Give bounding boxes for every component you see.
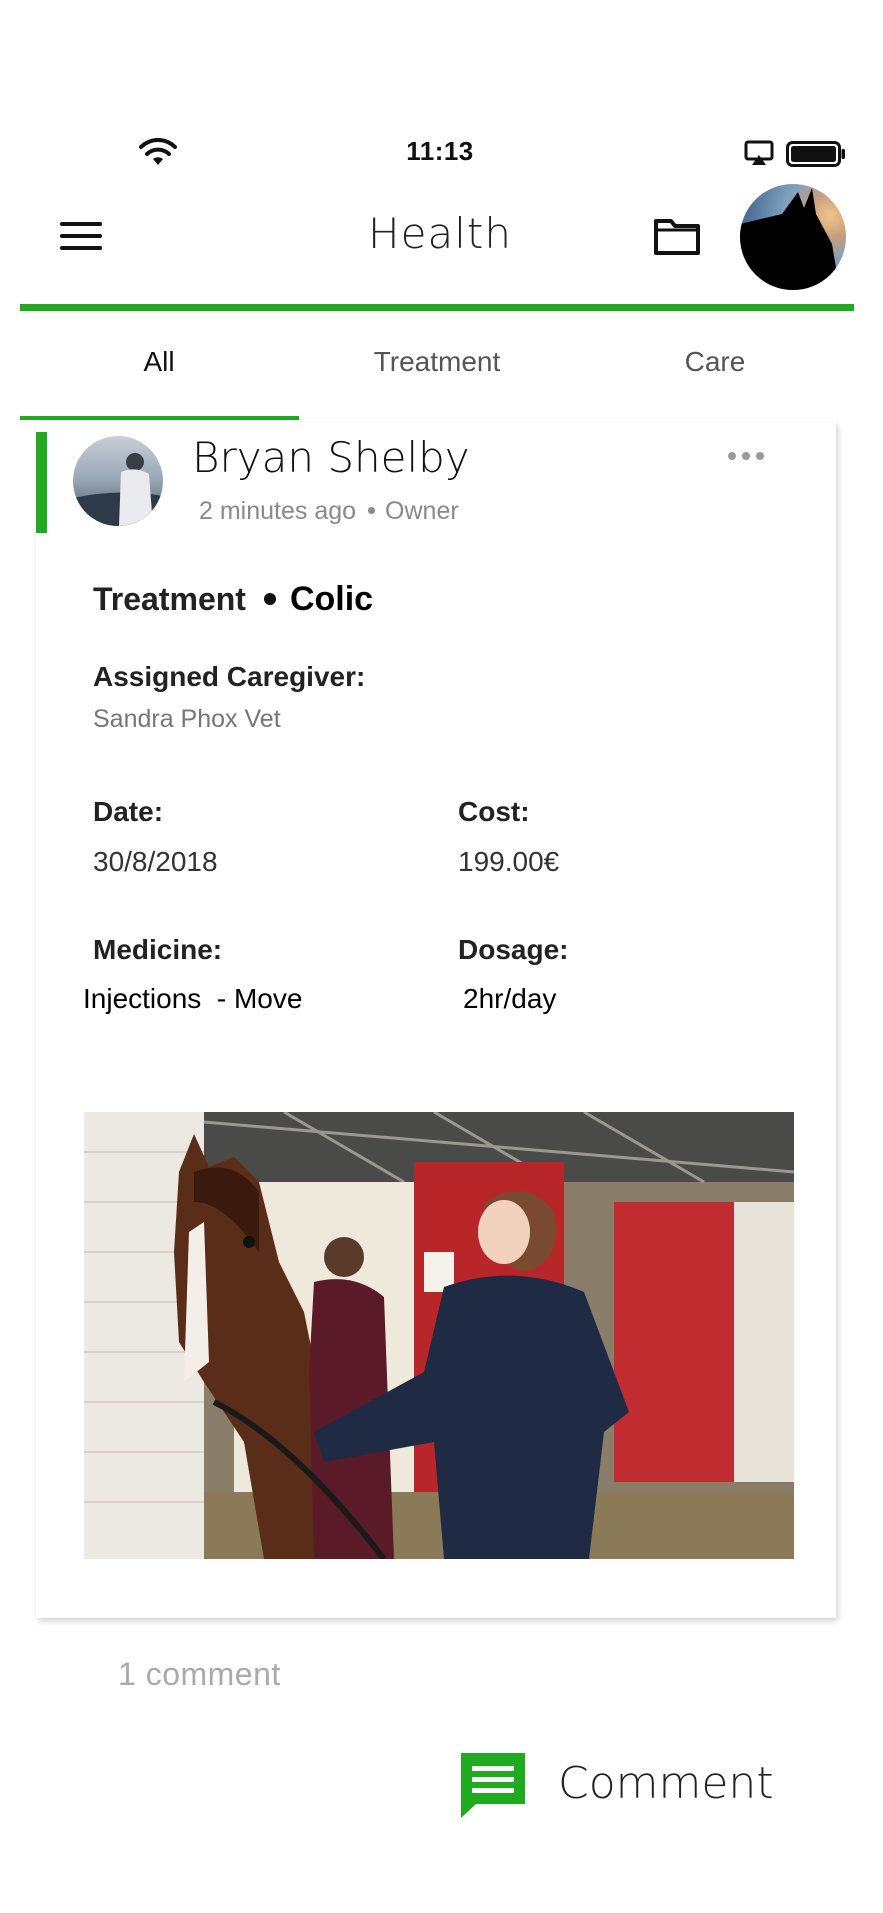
tab-all[interactable]: All xyxy=(20,346,298,378)
header-divider xyxy=(20,304,854,311)
comment-button[interactable]: Comment xyxy=(458,1750,778,1820)
category-label: Treatment xyxy=(93,581,246,617)
active-tab-indicator xyxy=(20,416,299,420)
folder-icon[interactable] xyxy=(653,214,701,258)
page-title: Health xyxy=(368,209,512,258)
author-avatar[interactable] xyxy=(73,436,163,526)
post-photo[interactable] xyxy=(84,1112,794,1559)
post-meta: 2 minutes ago Owner xyxy=(199,497,459,526)
date-value: 30/8/2018 xyxy=(93,846,218,877)
horse-profile-avatar[interactable] xyxy=(740,184,846,290)
status-time: 11:13 xyxy=(406,136,474,166)
airplay-icon xyxy=(744,140,774,165)
comment-icon xyxy=(461,1753,525,1818)
dosage-label: Dosage: xyxy=(458,934,569,965)
dosage-value: 2hr/day xyxy=(463,983,557,1014)
cost-label: Cost: xyxy=(458,796,530,827)
card-accent-bar xyxy=(36,432,47,533)
date-label: Date: xyxy=(93,796,164,827)
post-category: Treatment Colic xyxy=(93,580,373,619)
tab-care[interactable]: Care xyxy=(576,346,854,378)
separator-dot xyxy=(368,506,376,514)
subcategory-label: Colic xyxy=(289,580,374,618)
battery-icon xyxy=(786,141,845,167)
author-name[interactable]: Bryan Shelby xyxy=(192,433,470,482)
tab-treatment[interactable]: Treatment xyxy=(298,346,576,378)
assigned-caregiver-label: Assigned Caregiver: xyxy=(93,661,366,692)
post-time: 2 minutes ago xyxy=(199,497,357,525)
cost-value: 199.00€ xyxy=(458,846,560,877)
wifi-icon xyxy=(139,138,177,165)
comment-button-label: Comment xyxy=(558,1758,774,1809)
comment-count[interactable]: 1 comment xyxy=(118,1656,281,1693)
author-role: Owner xyxy=(385,497,459,525)
medicine-value: Injections - Move xyxy=(83,983,303,1014)
separator-dot xyxy=(263,592,276,605)
more-options-icon[interactable] xyxy=(728,448,772,464)
menu-icon[interactable] xyxy=(60,222,104,252)
medicine-label: Medicine: xyxy=(93,934,223,965)
assigned-caregiver-value: Sandra Phox Vet xyxy=(93,705,281,733)
